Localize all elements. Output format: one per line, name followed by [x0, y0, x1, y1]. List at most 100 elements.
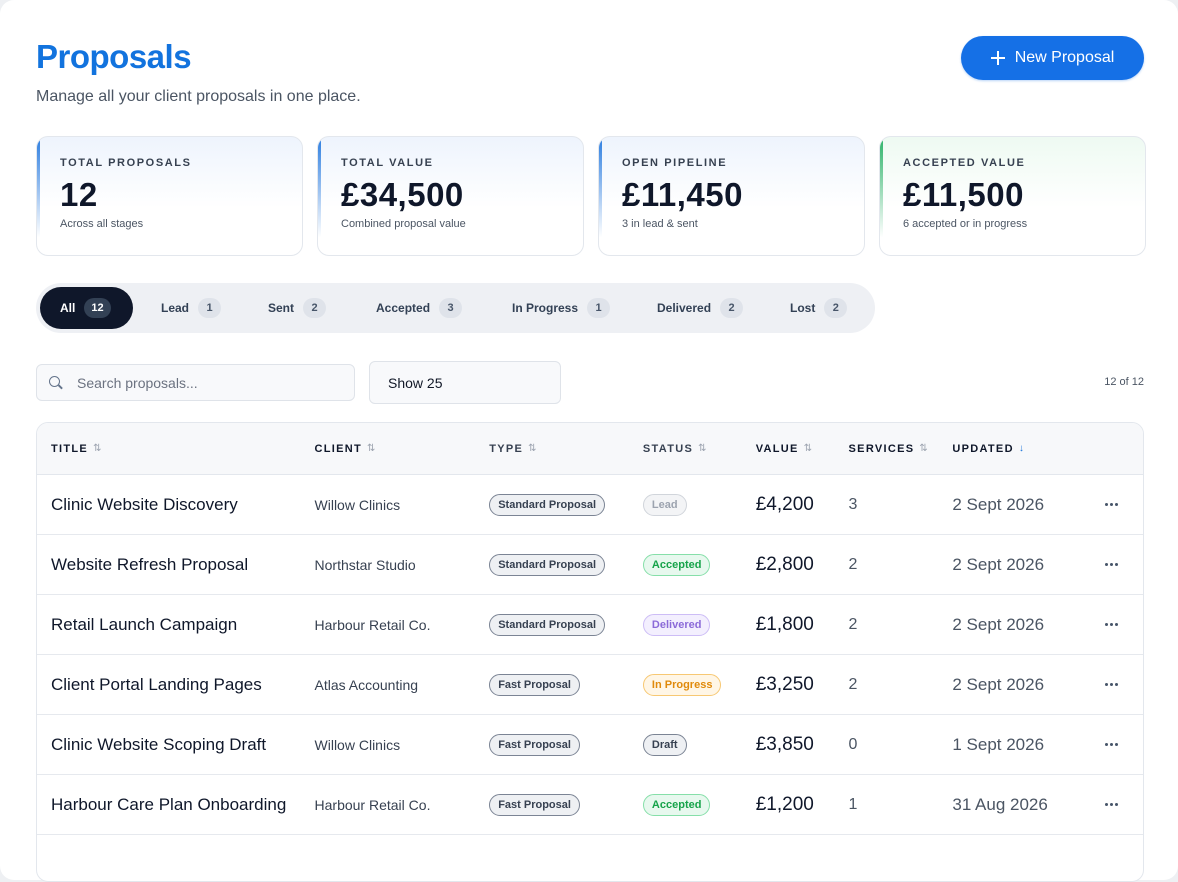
filter-count: 2 — [303, 298, 327, 318]
status-badge: Lead — [642, 493, 687, 516]
sort-desc-icon: ↓ — [1018, 443, 1024, 454]
type-badge: Standard Proposal — [489, 493, 605, 516]
filter-label: All — [60, 301, 76, 315]
stat-note: 3 in lead & sent — [622, 218, 698, 230]
column-header-updated[interactable]: UPDATED ↓ — [952, 443, 1080, 455]
sort-icon: ⇅ — [803, 443, 813, 454]
filter-all[interactable]: All 12 — [40, 287, 133, 329]
stat-label: TOTAL PROPOSALS — [60, 157, 192, 169]
row-value: £3,850 — [755, 733, 814, 755]
status-badge: Accepted — [642, 793, 711, 816]
filter-count: 1 — [587, 298, 611, 318]
search-input[interactable] — [77, 374, 327, 391]
sort-icon: ⇅ — [367, 443, 376, 454]
row-client: Northstar Studio — [314, 556, 416, 573]
filter-lost[interactable]: Lost 2 — [766, 287, 866, 329]
row-actions-button[interactable] — [1080, 623, 1143, 626]
stat-label: OPEN PIPELINE — [622, 157, 728, 169]
row-actions-button[interactable] — [1080, 503, 1143, 506]
row-services: 2 — [848, 675, 858, 693]
stat-value: 12 — [60, 176, 98, 213]
stat-open-pipeline: OPEN PIPELINE £11,450 3 in lead & sent — [598, 136, 865, 256]
filter-count: 2 — [720, 298, 744, 318]
row-actions-button[interactable] — [1080, 743, 1143, 746]
stat-note: 6 accepted or in progress — [903, 218, 1028, 230]
stat-total-value: TOTAL VALUE £34,500 Combined proposal va… — [317, 136, 584, 256]
more-horizontal-icon — [1105, 623, 1119, 626]
type-badge: Standard Proposal — [489, 613, 605, 636]
column-label: CLIENT — [314, 442, 363, 455]
row-services: 2 — [848, 615, 858, 633]
filter-sent[interactable]: Sent 2 — [245, 287, 349, 329]
table-row[interactable]: Website Refresh Proposal Northstar Studi… — [37, 535, 1143, 595]
table-row[interactable]: Clinic Website Discovery Willow Clinics … — [37, 475, 1143, 535]
row-services: 2 — [848, 555, 858, 573]
page-title: Proposals — [36, 38, 192, 75]
row-client: Harbour Retail Co. — [314, 796, 431, 813]
filter-accepted[interactable]: Accepted 3 — [349, 287, 486, 329]
stat-note: Combined proposal value — [341, 218, 466, 230]
table-row[interactable]: Harbour Care Plan Onboarding Harbour Ret… — [37, 775, 1143, 835]
filter-label: Lead — [161, 301, 190, 315]
filter-delivered[interactable]: Delivered 2 — [631, 287, 766, 329]
row-title: Harbour Care Plan Onboarding — [51, 794, 287, 814]
row-actions-button[interactable] — [1080, 563, 1143, 566]
stat-label: TOTAL VALUE — [341, 157, 434, 169]
column-header-client[interactable]: CLIENT ⇅ — [315, 443, 490, 455]
column-header-title[interactable]: TITLE ⇅ — [37, 443, 315, 455]
column-label: STATUS — [642, 442, 694, 455]
row-client: Harbour Retail Co. — [314, 616, 431, 633]
column-header-services[interactable]: SERVICES ⇅ — [849, 443, 953, 455]
filter-label: Lost — [790, 301, 816, 315]
page-size-select[interactable]: Show 25 — [369, 361, 561, 404]
new-proposal-label: New Proposal — [1014, 49, 1115, 66]
stat-note: Across all stages — [60, 218, 144, 230]
status-badge: Draft — [642, 733, 687, 756]
sort-icon: ⇅ — [698, 443, 707, 454]
column-label: TITLE — [51, 442, 89, 455]
proposals-table: TITLE ⇅ CLIENT ⇅ TYPE ⇅ STATUS ⇅ VALUE ⇅… — [36, 422, 1144, 882]
row-updated: 1 Sept 2026 — [952, 734, 1045, 754]
filter-lead[interactable]: Lead 1 — [133, 287, 245, 329]
row-value: £2,800 — [755, 553, 814, 575]
column-header-status[interactable]: STATUS ⇅ — [643, 443, 756, 455]
filter-label: In Progress — [512, 301, 579, 315]
type-badge: Fast Proposal — [489, 793, 580, 816]
column-label: UPDATED — [952, 442, 1014, 455]
row-services: 0 — [848, 735, 858, 753]
stat-total-proposals: TOTAL PROPOSALS 12 Across all stages — [36, 136, 303, 256]
filter-count: 3 — [439, 298, 463, 318]
table-row[interactable]: Retail Launch Campaign Harbour Retail Co… — [37, 595, 1143, 655]
plus-icon — [990, 51, 1005, 65]
status-badge: Delivered — [642, 613, 711, 636]
search-box — [36, 364, 355, 401]
table-row[interactable]: Clinic Website Scoping Draft Willow Clin… — [37, 715, 1143, 775]
filter-count: 1 — [198, 298, 222, 318]
column-header-type[interactable]: TYPE ⇅ — [489, 443, 643, 455]
proposals-page: Proposals Manage all your client proposa… — [0, 0, 1178, 882]
more-horizontal-icon — [1105, 743, 1119, 746]
filter-count: 2 — [824, 298, 848, 318]
column-header-value[interactable]: VALUE ⇅ — [756, 443, 849, 455]
sort-icon: ⇅ — [919, 443, 928, 454]
page-subtitle: Manage all your client proposals in one … — [36, 88, 361, 105]
new-proposal-button[interactable]: New Proposal — [961, 36, 1144, 80]
type-badge: Standard Proposal — [489, 553, 605, 576]
stat-value: £11,450 — [622, 176, 743, 213]
stat-accepted-value: ACCEPTED VALUE £11,500 6 accepted or in … — [879, 136, 1146, 256]
stats-row: TOTAL PROPOSALS 12 Across all stages TOT… — [36, 136, 1146, 256]
filter-in-progress[interactable]: In Progress 1 — [486, 287, 631, 329]
row-updated: 2 Sept 2026 — [952, 674, 1045, 694]
row-client: Willow Clinics — [314, 736, 401, 753]
column-label: VALUE — [755, 442, 799, 455]
row-actions-button[interactable] — [1080, 803, 1143, 806]
table-row[interactable]: Client Portal Landing Pages Atlas Accoun… — [37, 655, 1143, 715]
more-horizontal-icon — [1105, 503, 1119, 506]
result-count: 12 of 12 — [1104, 376, 1144, 388]
column-label: TYPE — [489, 442, 524, 455]
type-badge: Fast Proposal — [489, 673, 580, 696]
status-badge: Accepted — [642, 553, 711, 576]
row-services: 1 — [848, 795, 858, 813]
row-actions-button[interactable] — [1080, 683, 1143, 686]
row-title: Retail Launch Campaign — [51, 614, 238, 634]
